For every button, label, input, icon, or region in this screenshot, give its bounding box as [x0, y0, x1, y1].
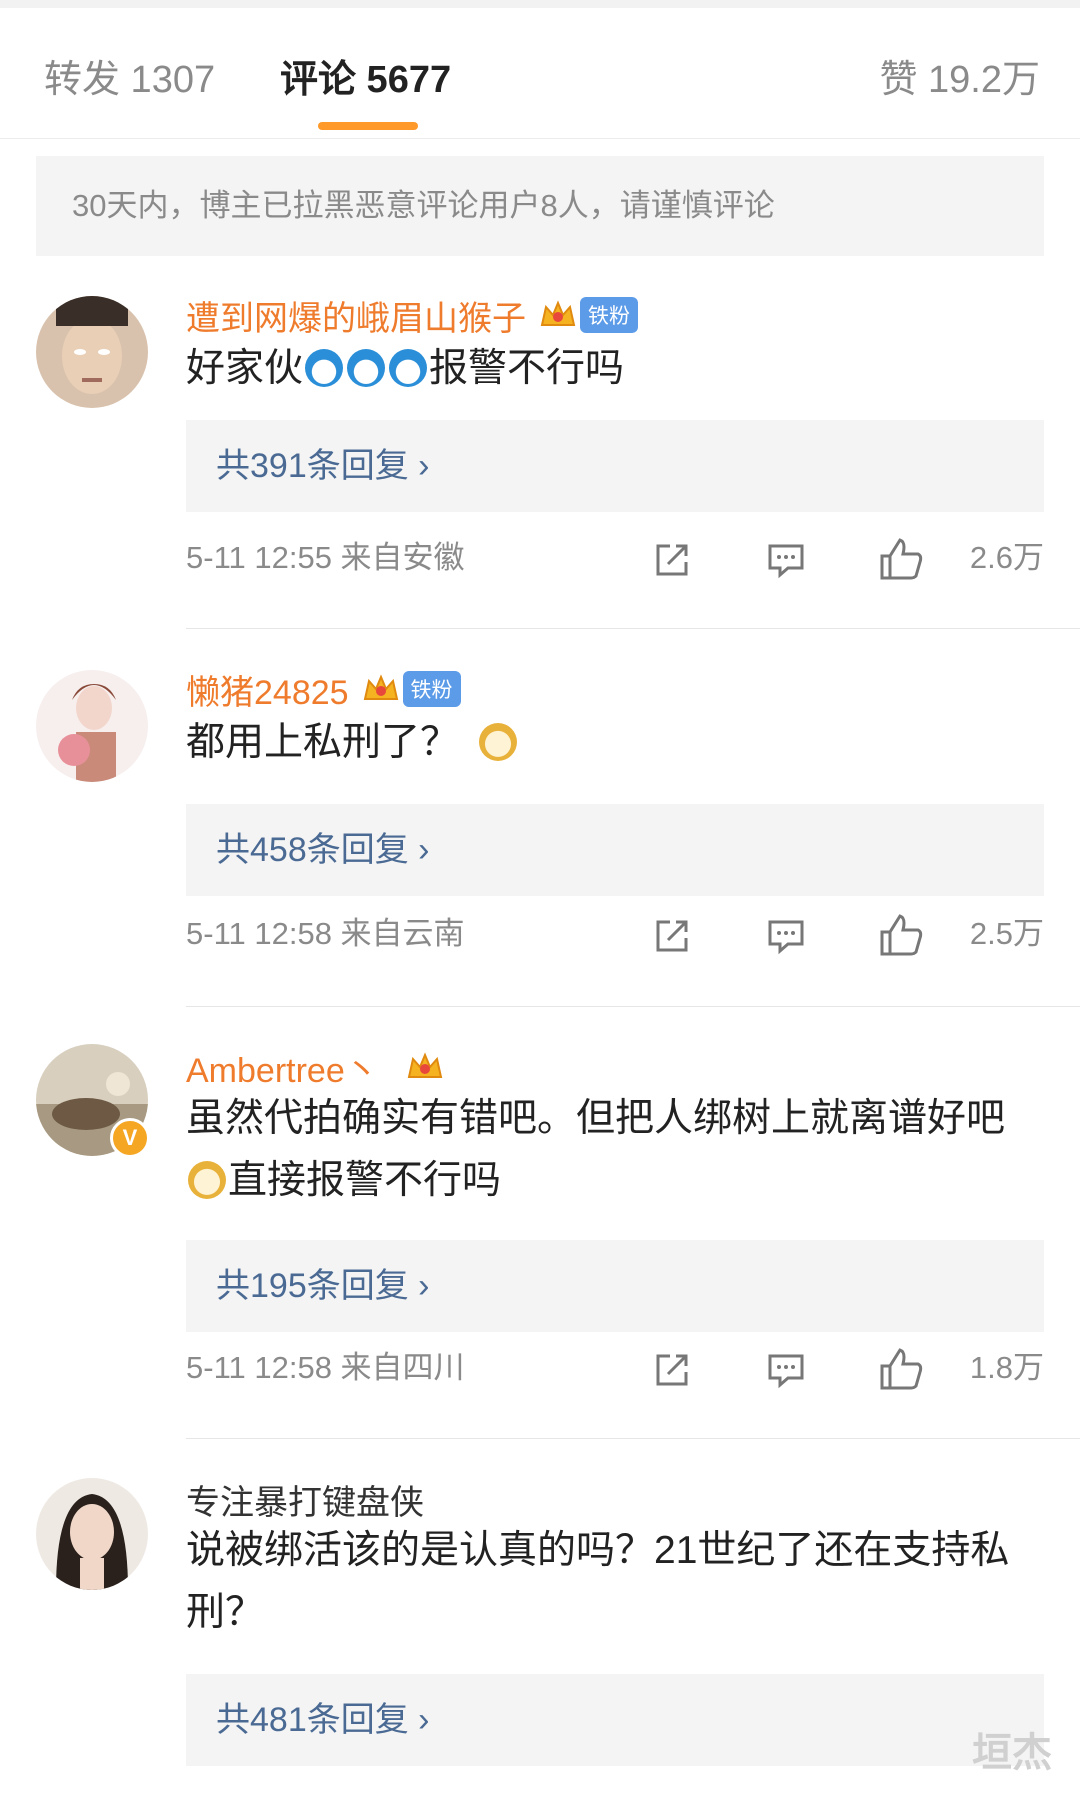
- timestamp: 5-11 12:58 来自云南: [186, 916, 465, 951]
- comment-icon[interactable]: [766, 1350, 806, 1390]
- replies-link[interactable]: 共481条回复 ›: [216, 1674, 430, 1766]
- avatar[interactable]: [36, 1478, 148, 1590]
- dog-emoji-icon: [188, 1161, 226, 1199]
- thumbs-up-icon[interactable]: [878, 1346, 924, 1392]
- doraemon-emoji-icon: [305, 349, 344, 387]
- comment-text: 好家伙: [186, 347, 304, 390]
- fan-badge: 铁粉: [580, 297, 638, 333]
- comment-meta: 5-11 12:58 来自云南 2.5万: [186, 904, 1044, 964]
- avatar[interactable]: [36, 670, 148, 782]
- replies-box[interactable]: 共391条回复 ›: [186, 420, 1044, 512]
- divider: [186, 1438, 1080, 1439]
- replies-link[interactable]: 共458条回复 ›: [216, 804, 430, 896]
- moderation-notice: 30天内，博主已拉黑恶意评论用户8人，请谨慎评论: [36, 156, 1044, 256]
- doraemon-emoji-icon: [389, 349, 428, 387]
- doraemon-emoji-icon: [347, 349, 386, 387]
- comment-content: 说被绑活该的是认真的吗？21世纪了还在支持私刑？: [186, 1520, 1016, 1644]
- comment-text: 都用上私刑了？: [186, 721, 460, 764]
- thumbs-up-icon[interactable]: [878, 912, 924, 958]
- replies-box[interactable]: 共481条回复 ›: [186, 1674, 1044, 1766]
- comment-item: V Ambertree丶 虽然代拍确实有错吧。但把人绑树上就离谱好吧直接报警不行…: [0, 1038, 1080, 1439]
- tab-comments[interactable]: 评论 5677: [280, 48, 451, 103]
- comment-item: 懒猪24825 铁粉 都用上私刑了？ 共458条回复 › 5-11 12:58 …: [0, 664, 1080, 1007]
- doge-emoji-icon: [479, 723, 518, 761]
- timestamp: 5-11 12:58 来自四川: [186, 1350, 465, 1385]
- like-count: 2.6万: [969, 540, 1044, 575]
- comment-icon[interactable]: [766, 540, 806, 580]
- comment-content: 好家伙 报警不行吗: [186, 338, 1046, 400]
- replies-box[interactable]: 共458条回复 ›: [186, 804, 1044, 896]
- replies-link[interactable]: 共195条回复 ›: [216, 1240, 430, 1332]
- username[interactable]: Ambertree丶: [186, 1043, 379, 1092]
- verified-icon: V: [110, 1118, 150, 1158]
- replies-link[interactable]: 共391条回复 ›: [216, 420, 430, 512]
- like-count: 2.5万: [969, 916, 1044, 951]
- username[interactable]: 懒猪24825: [186, 665, 349, 714]
- replies-box[interactable]: 共195条回复 ›: [186, 1240, 1044, 1332]
- share-icon[interactable]: [652, 916, 692, 956]
- share-icon[interactable]: [652, 1350, 692, 1390]
- active-tab-indicator: [318, 122, 418, 130]
- username-row: 懒猪24825 铁粉: [186, 664, 461, 714]
- divider: [186, 1006, 1080, 1007]
- comment-meta: 5-11 12:58 来自四川 1.8万: [186, 1338, 1044, 1398]
- avatar[interactable]: [36, 296, 148, 408]
- divider: [186, 628, 1080, 629]
- tab-bar: 转发 1307 评论 5677 赞 19.2万: [0, 8, 1080, 139]
- username-row: 遭到网爆的峨眉山猴子 铁粉: [186, 290, 638, 340]
- comment-item: 专注暴打键盘侠 说被绑活该的是认真的吗？21世纪了还在支持私刑？ 共481条回复…: [0, 1474, 1080, 1794]
- share-icon[interactable]: [652, 540, 692, 580]
- fan-badge: 铁粉: [402, 671, 461, 707]
- timestamp: 5-11 12:55 来自安徽: [186, 540, 465, 575]
- comment-meta: 5-11 12:55 来自安徽 2.6万: [186, 528, 1044, 588]
- comment-text: 虽然代拍确实有错吧。但把人绑树上就离谱好吧: [186, 1097, 1006, 1140]
- tab-forward[interactable]: 转发 1307: [44, 48, 215, 103]
- watermark: 垣杰: [972, 1731, 1052, 1775]
- comment-text: 说被绑活该的是认真的吗？21世纪了还在支持私刑？: [186, 1529, 1010, 1634]
- comment-text: 报警不行吗: [429, 347, 625, 390]
- comment-icon[interactable]: [766, 916, 806, 956]
- like-count: 1.8万: [969, 1350, 1044, 1385]
- username[interactable]: 专注暴打键盘侠: [186, 1475, 424, 1524]
- comment-item: 遭到网爆的峨眉山猴子 铁粉 好家伙 报警不行吗 共391条回复 › 5-11 12…: [0, 290, 1080, 630]
- username[interactable]: 遭到网爆的峨眉山猴子: [186, 291, 526, 340]
- comment-content: 虽然代拍确实有错吧。但把人绑树上就离谱好吧直接报警不行吗: [186, 1088, 1006, 1212]
- status-strip: [0, 0, 1080, 8]
- comment-content: 都用上私刑了？: [186, 712, 1046, 774]
- crown-icon: [407, 1052, 442, 1078]
- tab-likes[interactable]: 赞 19.2万: [879, 48, 1040, 103]
- notice-text: 30天内，博主已拉黑恶意评论用户8人，请谨慎评论: [72, 188, 775, 223]
- comment-text: 直接报警不行吗: [228, 1159, 502, 1202]
- username-row: 专注暴打键盘侠: [186, 1474, 424, 1524]
- username-row: Ambertree丶: [186, 1042, 445, 1092]
- crown-icon: [363, 674, 398, 700]
- thumbs-up-icon[interactable]: [878, 536, 924, 582]
- crown-icon: [540, 300, 576, 326]
